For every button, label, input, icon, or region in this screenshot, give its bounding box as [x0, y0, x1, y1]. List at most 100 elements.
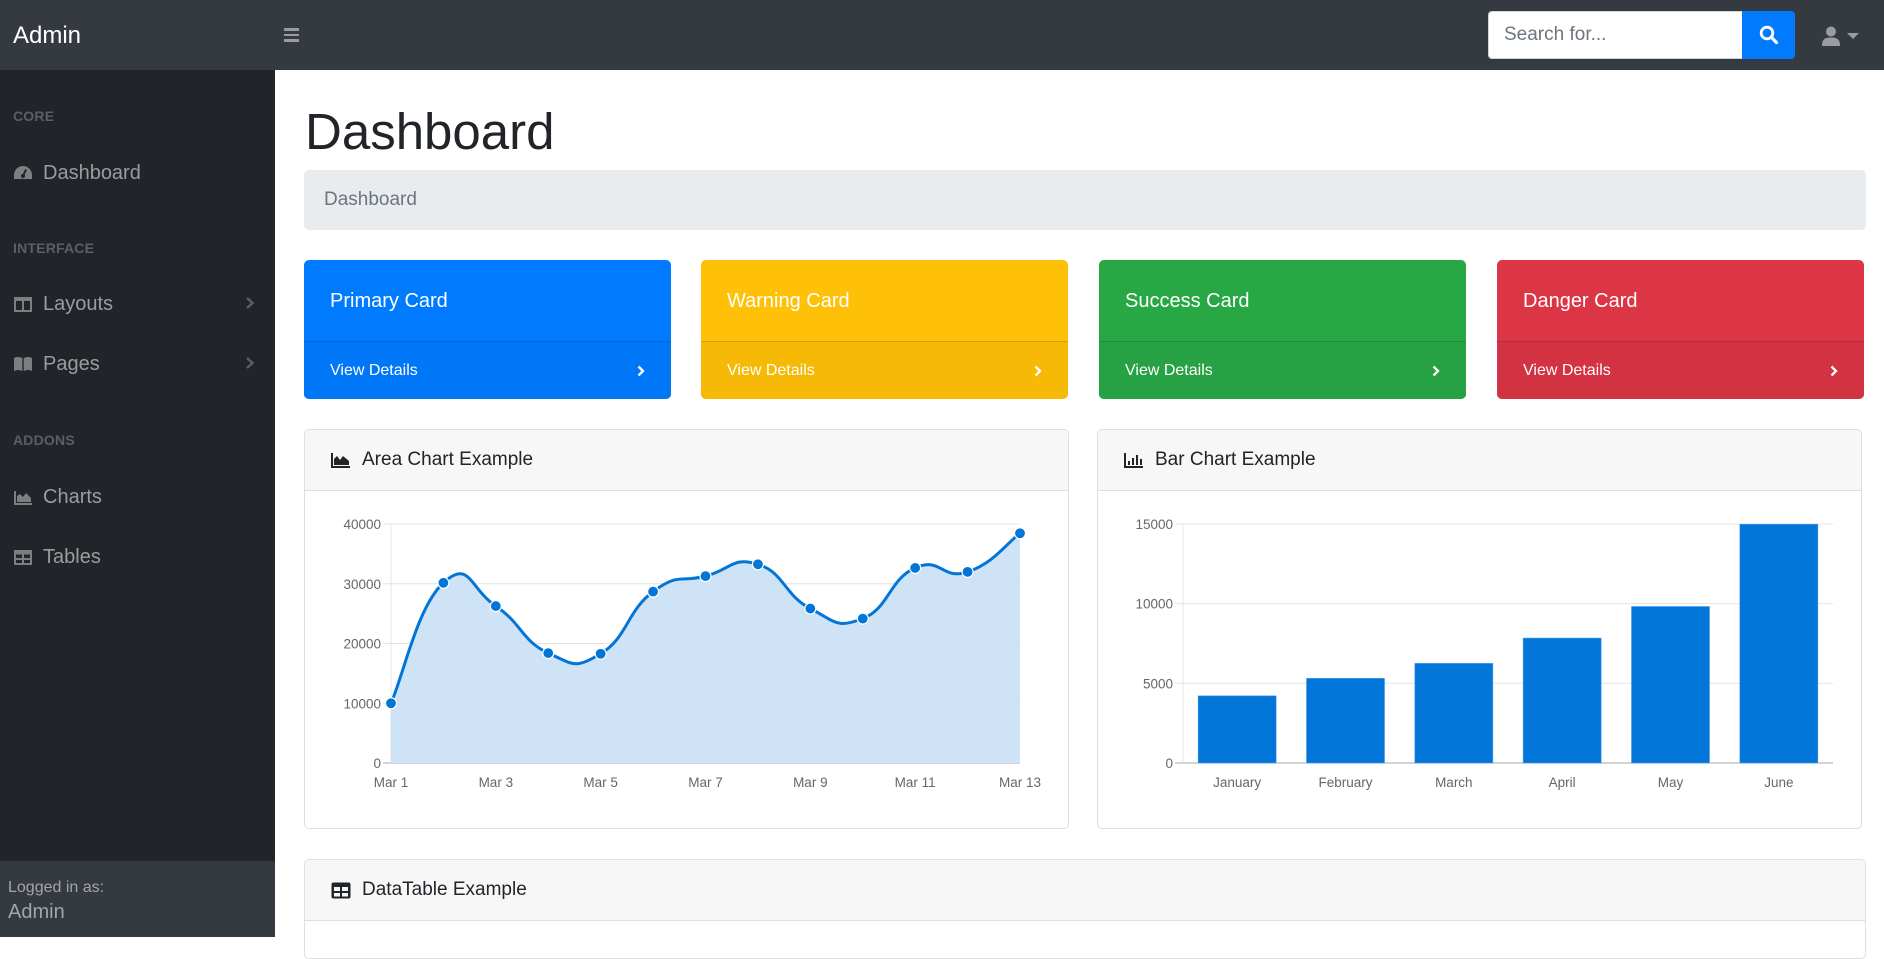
- data-point: [384, 697, 398, 710]
- sidebar-item-label: Tables: [43, 545, 101, 568]
- y-tick-label: 5000: [1143, 676, 1173, 691]
- breadcrumb-item-active: Dashboard: [324, 189, 417, 210]
- sidebar-item-dashboard[interactable]: Dashboard: [0, 149, 275, 197]
- chevron-right-icon: [637, 365, 645, 376]
- success-card: Success Card View Details: [1099, 260, 1466, 399]
- datatable-card: DataTable Example: [304, 859, 1866, 959]
- data-point: [804, 602, 817, 615]
- x-tick-label: Mar 3: [479, 775, 514, 790]
- area-chart-icon: [13, 487, 33, 507]
- warning-card: Warning Card View Details: [701, 260, 1068, 399]
- data-point: [594, 647, 607, 660]
- search-input[interactable]: [1488, 11, 1742, 59]
- data-point: [751, 558, 765, 571]
- chevron-right-icon: [246, 357, 255, 369]
- x-tick-label: Mar 13: [999, 775, 1041, 790]
- chevron-right-icon: [1432, 365, 1440, 376]
- bar-chart: 0 5000 10000 15000 January February March April…: [1135, 517, 1833, 790]
- y-tick-label: 40000: [343, 517, 381, 532]
- sidebar-item-label: Pages: [43, 352, 100, 375]
- y-tick-label: 0: [373, 756, 381, 771]
- card-header: Area Chart Example: [305, 430, 1068, 491]
- sidebar-heading-interface: INTERFACE: [13, 240, 95, 256]
- search-button[interactable]: [1742, 11, 1795, 59]
- card-header-title: Area Chart Example: [362, 449, 534, 470]
- x-tick-label: June: [1764, 775, 1793, 790]
- caret-down-icon: [1847, 33, 1859, 39]
- sidebar-item-charts[interactable]: Charts: [0, 473, 275, 521]
- area-chart-icon: [331, 452, 351, 468]
- card-header: DataTable Example: [305, 860, 1865, 921]
- sidebar: CORE Dashboard INTERFACE Layouts Pages A…: [0, 70, 275, 937]
- x-tick-label: February: [1318, 775, 1372, 790]
- card-header-title: DataTable Example: [362, 879, 527, 900]
- bar: [1197, 695, 1277, 764]
- y-tick-label: 15000: [1135, 517, 1173, 532]
- bar-chart-icon: [1124, 452, 1144, 468]
- data-point: [1013, 527, 1027, 540]
- breadcrumb: Dashboard: [304, 170, 1866, 230]
- bar: [1522, 637, 1602, 764]
- x-tick-label: Mar 1: [374, 775, 409, 790]
- view-details-link[interactable]: View Details: [1099, 341, 1466, 399]
- card-title: Primary Card: [330, 290, 448, 312]
- sidebar-item-label: Dashboard: [43, 161, 141, 184]
- user-icon: [1822, 26, 1840, 46]
- logged-in-caption: Logged in as:: [8, 879, 105, 896]
- chevron-right-icon: [246, 297, 255, 309]
- data-point: [961, 565, 974, 578]
- sidebar-item-layouts[interactable]: Layouts: [0, 280, 275, 328]
- y-tick-label: 10000: [1135, 597, 1173, 612]
- card-title: Success Card: [1125, 290, 1250, 312]
- top-navbar: Admin: [0, 0, 1884, 70]
- table-icon: [331, 882, 351, 899]
- user-menu-dropdown[interactable]: [1822, 22, 1872, 50]
- sidebar-item-label: Layouts: [43, 292, 114, 315]
- bar: [1414, 663, 1494, 764]
- page-title: Dashboard: [305, 103, 555, 160]
- data-point: [437, 576, 450, 589]
- card-header: Bar Chart Example: [1098, 430, 1861, 491]
- danger-card: Danger Card View Details: [1497, 260, 1864, 399]
- view-details-link[interactable]: View Details: [304, 341, 671, 399]
- columns-icon: [13, 294, 33, 314]
- book-open-icon: [13, 354, 33, 374]
- data-point: [542, 646, 555, 660]
- x-tick-label: January: [1213, 775, 1261, 790]
- search-form: [1488, 11, 1795, 59]
- view-details-link[interactable]: View Details: [701, 341, 1068, 399]
- view-details-label: View Details: [1125, 361, 1213, 379]
- bar-chart-card: Bar Chart Example 0 5000 10000 15000 January…: [1097, 429, 1862, 829]
- area-chart: 0 10000 20000 30000 40000 Mar 1 Mar 3 Mar 5 Mar …: [343, 517, 1041, 790]
- x-tick-label: Mar 7: [688, 775, 723, 790]
- area-chart-card: Area Chart Example 0 10000 20000 30000 40000…: [304, 429, 1069, 829]
- data-point: [856, 612, 869, 625]
- y-tick-label: 30000: [343, 577, 381, 592]
- x-tick-label: Mar 5: [583, 775, 618, 790]
- data-point: [646, 585, 660, 598]
- sidebar-item-pages[interactable]: Pages: [0, 340, 275, 388]
- x-tick-label: May: [1658, 775, 1684, 790]
- data-point: [699, 570, 712, 583]
- chevron-right-icon: [1034, 365, 1042, 376]
- main-content: Dashboard Dashboard Primary Card View De…: [275, 70, 1884, 959]
- area-fill: [391, 533, 1020, 763]
- card-header-title: Bar Chart Example: [1155, 449, 1316, 470]
- card-title: Danger Card: [1523, 290, 1638, 312]
- brand-logo[interactable]: Admin: [13, 0, 81, 70]
- y-tick-label: 10000: [343, 696, 381, 711]
- card-title: Warning Card: [727, 290, 850, 312]
- sidebar-item-tables[interactable]: Tables: [0, 533, 275, 581]
- hamburger-icon-bar: [284, 33, 299, 36]
- data-point: [909, 561, 922, 575]
- view-details-label: View Details: [727, 361, 815, 379]
- primary-card: Primary Card View Details: [304, 260, 671, 399]
- x-tick-label: Mar 9: [793, 775, 828, 790]
- y-tick-label: 0: [1165, 756, 1173, 771]
- x-tick-label: March: [1435, 775, 1473, 790]
- x-tick-label: April: [1549, 775, 1576, 790]
- sidebar-toggle-button[interactable]: [284, 25, 302, 45]
- hamburger-icon-bar: [284, 39, 299, 42]
- view-details-link[interactable]: View Details: [1497, 341, 1864, 399]
- view-details-label: View Details: [330, 361, 418, 379]
